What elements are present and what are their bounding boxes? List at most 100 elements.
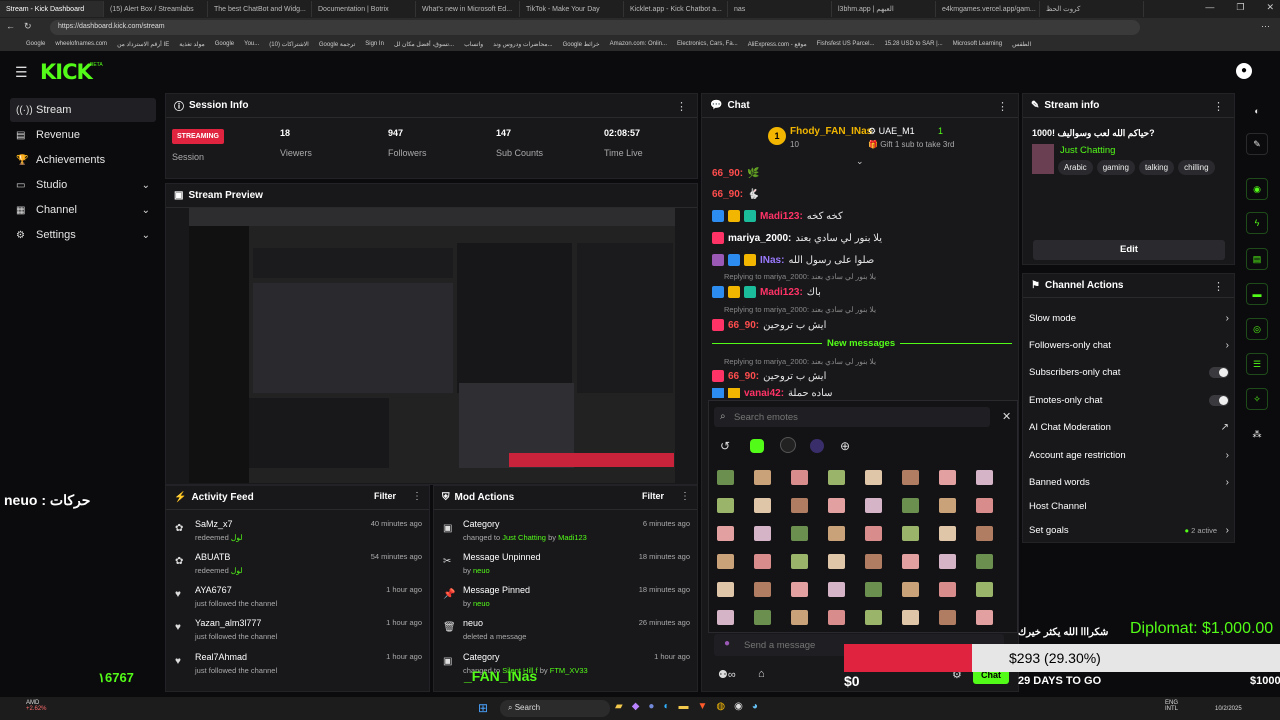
- bookmark[interactable]: Amazon.com: Onlin...: [610, 41, 667, 47]
- action-set-goals[interactable]: Set goals ● 2 active ›: [1029, 522, 1229, 538]
- discord-icon[interactable]: ●: [648, 701, 654, 712]
- bookmark[interactable]: محاضرات ودروس وند...: [493, 41, 552, 48]
- bookmark[interactable]: واتساب: [464, 41, 483, 48]
- folder-icon[interactable]: ▬: [679, 701, 689, 712]
- refresh-icon[interactable]: ↻: [24, 21, 32, 32]
- more-icon[interactable]: ⋮: [1213, 280, 1224, 293]
- bookmark[interactable]: (10) الاشتراكات: [269, 41, 309, 48]
- browser-tab[interactable]: nas: [728, 1, 832, 17]
- action-host-channel[interactable]: Host Channel: [1029, 498, 1229, 514]
- emote[interactable]: [865, 498, 882, 513]
- language-indicator[interactable]: ENG INTL: [1165, 700, 1178, 712]
- menu-icon[interactable]: ⋯: [1261, 21, 1270, 32]
- sub-emotes-icon[interactable]: [810, 439, 824, 453]
- bookmark[interactable]: الطقس: [1012, 41, 1031, 48]
- emote[interactable]: [902, 526, 919, 541]
- chat-bubble-icon[interactable]: ▬: [1246, 283, 1268, 305]
- sidebar-item-channel[interactable]: ▦ Channel ⌄: [10, 198, 156, 222]
- emote[interactable]: [791, 498, 808, 513]
- action-account-age[interactable]: Account age restriction ›: [1029, 447, 1229, 463]
- emote[interactable]: [828, 498, 845, 513]
- emote[interactable]: [902, 582, 919, 597]
- hamburger-icon[interactable]: ☰: [15, 64, 28, 81]
- bookmark[interactable]: Electronics, Cars, Fa...: [677, 41, 738, 47]
- sidebar-item-studio[interactable]: ▭ Studio ⌄: [10, 173, 156, 197]
- emote[interactable]: [828, 610, 845, 625]
- windows-start-icon[interactable]: ⊞: [478, 701, 488, 715]
- edge-icon[interactable]: ◐: [663, 701, 669, 712]
- action-emotes-only[interactable]: Emotes-only chat: [1029, 392, 1229, 408]
- action-followers-only[interactable]: Followers-only chat ›: [1029, 337, 1229, 353]
- url-input[interactable]: https://dashboard.kick.com/stream: [50, 20, 1140, 35]
- action-banned-words[interactable]: Banned words ›: [1029, 474, 1229, 490]
- emote[interactable]: [828, 582, 845, 597]
- layout-icon[interactable]: ☰: [1246, 353, 1268, 375]
- bookmark[interactable]: Fishsfest US Parcel...: [817, 41, 875, 47]
- avatar[interactable]: ●: [1236, 63, 1252, 79]
- close-icon[interactable]: ✕: [1266, 2, 1274, 13]
- more-icon[interactable]: ⋮: [676, 100, 687, 113]
- emote[interactable]: [865, 582, 882, 597]
- browser-tab[interactable]: كروت الحظ: [1040, 1, 1144, 17]
- emote[interactable]: [717, 554, 734, 569]
- emote[interactable]: [754, 526, 771, 541]
- camera-icon[interactable]: ◉: [1246, 178, 1268, 200]
- emote[interactable]: [976, 526, 993, 541]
- emote[interactable]: [717, 526, 734, 541]
- bookmark[interactable]: 15.28 USD to SAR |...: [884, 41, 942, 47]
- file-explorer-icon[interactable]: ▰: [615, 701, 623, 712]
- wrench-icon[interactable]: ✧: [1246, 388, 1268, 410]
- emote[interactable]: [828, 554, 845, 569]
- obs-icon[interactable]: ◉: [734, 701, 743, 712]
- more-icon[interactable]: ⋮: [412, 491, 422, 502]
- edit-button[interactable]: Edit: [1033, 240, 1225, 260]
- bookmark[interactable]: Microsoft Learning: [953, 41, 1002, 47]
- recent-emotes-icon[interactable]: ↺: [720, 439, 730, 453]
- bookmark[interactable]: أرقم الاسترداد من IE: [117, 41, 169, 48]
- share-icon[interactable]: ⁂: [1246, 423, 1268, 445]
- emote[interactable]: [865, 470, 882, 485]
- bookmark[interactable]: Google ترجمة: [319, 41, 355, 48]
- tag[interactable]: Arabic: [1058, 160, 1093, 175]
- steam-icon[interactable]: ◕: [752, 701, 758, 712]
- emote[interactable]: [791, 610, 808, 625]
- action-ai-moderation[interactable]: AI Chat Moderation ↗: [1029, 419, 1229, 435]
- emote[interactable]: [939, 470, 956, 485]
- bookmark[interactable]: Google خرائط: [563, 41, 600, 48]
- action-subscribers-only[interactable]: Subscribers-only chat: [1029, 364, 1229, 380]
- tag[interactable]: talking: [1138, 160, 1175, 175]
- more-icon[interactable]: ⋮: [1213, 100, 1224, 113]
- bookmark[interactable]: تسوق، أفضل مكان لل...: [394, 41, 454, 48]
- channel-emotes-icon[interactable]: [780, 437, 796, 453]
- taskbar-search[interactable]: ⌕ Search: [500, 700, 610, 717]
- browser-tab[interactable]: l3bhm.app | العبهم: [832, 1, 936, 17]
- moon-icon[interactable]: ◐: [1246, 100, 1268, 122]
- emote[interactable]: [828, 470, 845, 485]
- emote[interactable]: [939, 582, 956, 597]
- emote[interactable]: [902, 554, 919, 569]
- kick-emotes-icon[interactable]: [750, 439, 764, 453]
- emote-search-input[interactable]: [734, 409, 974, 425]
- bookmark[interactable]: Sign In: [365, 41, 384, 47]
- emote[interactable]: [717, 610, 734, 625]
- emote[interactable]: [791, 582, 808, 597]
- back-icon[interactable]: ←: [6, 21, 15, 31]
- emote[interactable]: [717, 470, 734, 485]
- bookmark[interactable]: Google: [26, 41, 45, 47]
- minimize-icon[interactable]: —: [1205, 2, 1214, 13]
- emote[interactable]: [976, 554, 993, 569]
- close-icon[interactable]: ✕: [1002, 410, 1011, 423]
- maximize-icon[interactable]: ❐: [1236, 2, 1244, 13]
- pencil-icon[interactable]: ✎: [1246, 133, 1268, 155]
- second-gifter-name[interactable]: ⚙ UAE_M1: [868, 126, 915, 137]
- stock-widget[interactable]: AMD +2.62%: [26, 700, 47, 712]
- browser-tab[interactable]: What's new in Microsoft Ed...: [416, 1, 520, 17]
- emote[interactable]: [939, 498, 956, 513]
- stream-preview-video[interactable]: [189, 208, 675, 483]
- emote[interactable]: [976, 582, 993, 597]
- top-gifter-name[interactable]: Fhody_FAN_INas: [790, 126, 872, 137]
- chrome-icon[interactable]: ◍: [716, 701, 725, 712]
- emote[interactable]: [865, 554, 882, 569]
- emote[interactable]: [754, 554, 771, 569]
- category-name[interactable]: Just Chatting: [1060, 145, 1115, 156]
